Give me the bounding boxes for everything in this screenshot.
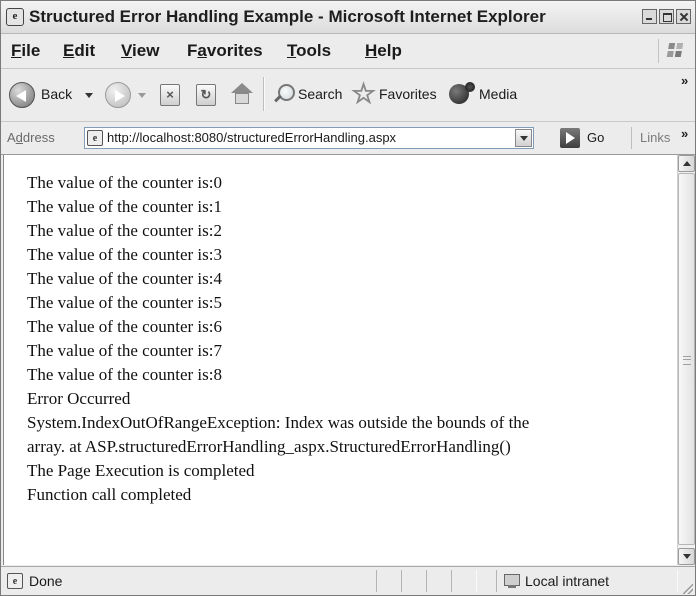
page-icon: e: [87, 130, 103, 146]
status-text: Done: [29, 573, 63, 589]
ie-icon: e: [6, 8, 24, 26]
back-button-label[interactable]: Back: [41, 86, 72, 102]
status-panel: [401, 570, 427, 592]
favorites-button-label[interactable]: Favorites: [379, 86, 437, 102]
page-done-icon: e: [7, 573, 23, 589]
forward-arrow-icon[interactable]: [105, 82, 131, 108]
favorites-star-icon[interactable]: ☆: [350, 79, 376, 108]
toolbar-more-chevron[interactable]: »: [681, 73, 688, 88]
address-input[interactable]: e http://localhost:8080/structuredErrorH…: [84, 127, 534, 149]
search-button-label[interactable]: Search: [298, 86, 342, 102]
resize-grip-icon[interactable]: [683, 584, 693, 594]
forward-dropdown-icon[interactable]: [138, 93, 146, 98]
window-title: Structured Error Handling Example - Micr…: [29, 7, 546, 26]
exception-message-line: System.IndexOutOfRangeException: Index w…: [27, 413, 530, 432]
output-line: The value of the counter is:2: [27, 221, 222, 240]
stop-icon[interactable]: ×: [160, 84, 180, 106]
back-dropdown-icon[interactable]: [85, 93, 93, 98]
menu-bar: File Edit View Favorites Tools Help: [1, 34, 695, 69]
links-label[interactable]: Links: [640, 130, 670, 145]
status-panel: [451, 570, 477, 592]
address-bar: Address e http://localhost:8080/structur…: [1, 122, 695, 155]
output-line: The value of the counter is:8: [27, 365, 222, 384]
menu-edit[interactable]: Edit: [63, 41, 95, 61]
minimize-button[interactable]: [642, 9, 657, 24]
address-dropdown-button[interactable]: [515, 129, 532, 147]
output-line: The Page Execution is completed: [27, 461, 255, 480]
title-bar[interactable]: e Structured Error Handling Example - Mi…: [1, 1, 695, 34]
page-content: The value of the counter is:0 The value …: [3, 155, 678, 565]
close-button[interactable]: [676, 9, 691, 24]
output-line: The value of the counter is:7: [27, 341, 222, 360]
window-controls: [642, 9, 691, 25]
toolbar-separator: [263, 77, 265, 111]
browser-window: e Structured Error Handling Example - Mi…: [0, 0, 696, 596]
status-bar: e Done Local intranet: [1, 566, 695, 595]
grip-icon: [683, 356, 691, 365]
menu-tools[interactable]: Tools: [287, 41, 331, 61]
security-zone-label: Local intranet: [525, 573, 610, 589]
go-button-label: Go: [587, 130, 605, 145]
output-line: Function call completed: [27, 485, 192, 504]
scroll-up-button[interactable]: [678, 155, 695, 172]
standard-toolbar: Back × ↻ Search ☆ Favorites Media »: [1, 69, 695, 122]
exception-message-line: array. at ASP.structuredErrorHandling_as…: [27, 437, 511, 456]
output-line: The value of the counter is:6: [27, 317, 222, 336]
output-line: The value of the counter is:4: [27, 269, 222, 288]
search-icon[interactable]: [272, 83, 295, 105]
status-panel: [426, 570, 452, 592]
media-icon[interactable]: [449, 82, 475, 106]
go-arrow-icon: [560, 128, 580, 148]
scroll-down-button[interactable]: [678, 548, 695, 565]
output-line: The value of the counter is:1: [27, 197, 222, 216]
chevron-down-icon: [520, 136, 528, 141]
media-button-label[interactable]: Media: [479, 86, 517, 102]
output-line: The value of the counter is:5: [27, 293, 222, 312]
maximize-button[interactable]: [659, 9, 674, 24]
refresh-icon[interactable]: ↻: [196, 84, 216, 106]
local-intranet-icon: [502, 572, 520, 589]
links-separator: [631, 127, 632, 149]
menu-view[interactable]: View: [121, 41, 159, 61]
status-panel: [376, 570, 402, 592]
address-url[interactable]: http://localhost:8080/structuredErrorHan…: [107, 130, 396, 145]
vertical-scrollbar[interactable]: [677, 155, 695, 565]
home-icon[interactable]: [230, 83, 254, 105]
back-arrow-icon[interactable]: [9, 82, 35, 108]
scroll-thumb[interactable]: [678, 173, 695, 545]
menu-help[interactable]: Help: [365, 41, 402, 61]
links-more-chevron[interactable]: »: [681, 126, 688, 141]
output-line: The value of the counter is:3: [27, 245, 222, 264]
menu-file[interactable]: File: [11, 41, 40, 61]
menu-favorites[interactable]: Favorites: [187, 41, 263, 61]
windows-logo-icon: [658, 39, 687, 63]
address-label: Address: [7, 130, 55, 145]
output-line: The value of the counter is:0: [27, 173, 222, 192]
error-heading: Error Occurred: [27, 389, 131, 408]
